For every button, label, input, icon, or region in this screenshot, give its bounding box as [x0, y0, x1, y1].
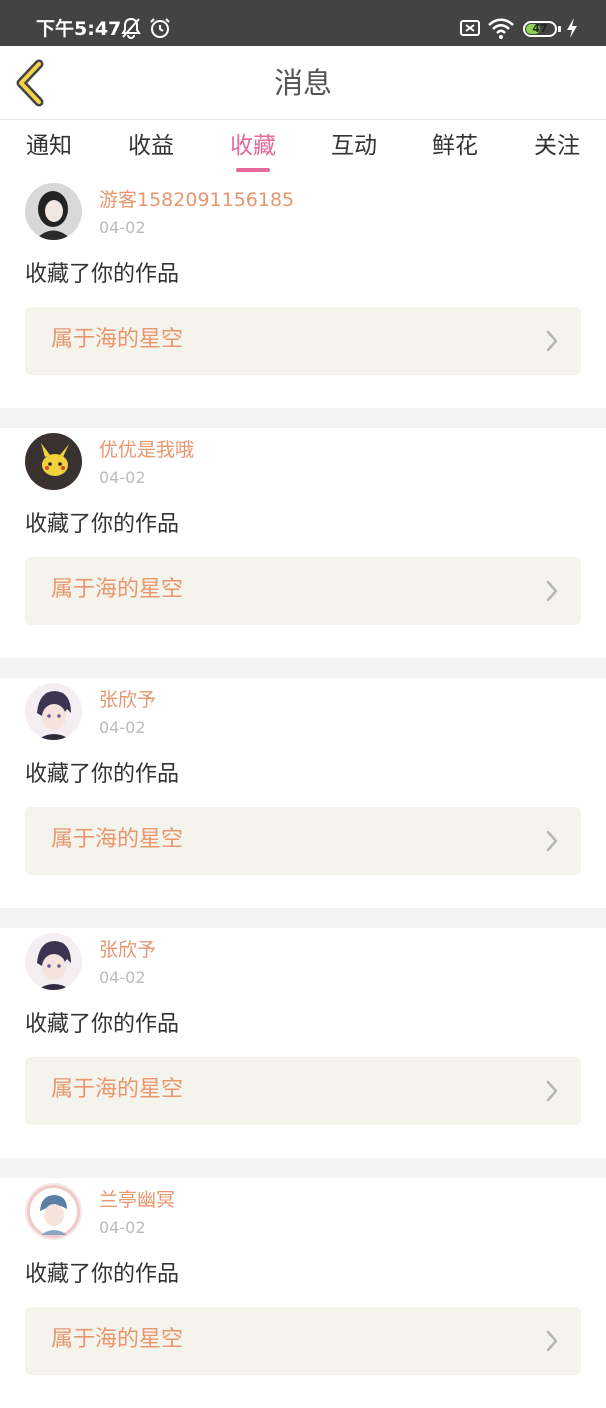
mute-bell-icon [121, 17, 141, 40]
divider [0, 658, 606, 678]
tab-favorites[interactable]: 收藏 [213, 130, 293, 162]
username[interactable]: 兰亭幽冥 [99, 1187, 175, 1213]
list-item: 张欣予 04-02 收藏了你的作品 属于海的星空 [0, 678, 606, 908]
work-link[interactable]: 属于海的星空 [25, 1057, 581, 1125]
date: 04-02 [99, 468, 146, 487]
work-link[interactable]: 属于海的星空 [25, 307, 581, 375]
work-title: 属于海的星空 [51, 577, 184, 602]
tab-interactions[interactable]: 互动 [314, 130, 394, 162]
divider [0, 908, 606, 928]
work-link[interactable]: 属于海的星空 [25, 557, 581, 625]
battery-cap [558, 26, 561, 32]
divider [0, 1158, 606, 1178]
list-item: 兰亭幽冥 04-02 收藏了你的作品 属于海的星空 [0, 1178, 606, 1408]
list-item: 游客1582091156185 04-02 收藏了你的作品 属于海的星空 [0, 178, 606, 408]
chevron-right-icon [546, 580, 558, 602]
action-text: 收藏了你的作品 [25, 1012, 180, 1037]
tab-flowers[interactable]: 鲜花 [415, 130, 495, 162]
action-text: 收藏了你的作品 [25, 762, 180, 787]
avatar[interactable] [25, 683, 82, 740]
divider [0, 408, 606, 428]
battery-label: 47 [532, 22, 548, 35]
work-title: 属于海的星空 [51, 327, 184, 352]
work-title: 属于海的星空 [51, 1327, 184, 1352]
avatar[interactable] [25, 433, 82, 490]
favorites-feed: 游客1582091156185 04-02 收藏了你的作品 属于海的星空 优优是… [0, 178, 606, 1408]
avatar[interactable] [25, 183, 82, 240]
charging-icon [567, 18, 577, 38]
battery-icon: 47 [523, 21, 557, 37]
list-item: 张欣予 04-02 收藏了你的作品 属于海的星空 [0, 928, 606, 1158]
tab-following[interactable]: 关注 [517, 130, 597, 162]
work-link[interactable]: 属于海的星空 [25, 807, 581, 875]
active-tab-indicator [236, 168, 270, 172]
username[interactable]: 张欣予 [99, 937, 156, 963]
status-time: 下午5:47 [36, 18, 122, 40]
tab-notifications[interactable]: 通知 [9, 130, 89, 162]
date: 04-02 [99, 1218, 146, 1237]
tab-bar: 通知 收益 收藏 互动 鲜花 关注 [0, 120, 606, 178]
list-item: 优优是我哦 04-02 收藏了你的作品 属于海的星空 [0, 428, 606, 658]
avatar[interactable] [25, 933, 82, 990]
date: 04-02 [99, 218, 146, 237]
header: 消息 [0, 46, 606, 120]
wifi-icon [488, 18, 514, 39]
alarm-icon [150, 18, 170, 38]
work-title: 属于海的星空 [51, 1077, 184, 1102]
date: 04-02 [99, 718, 146, 737]
date: 04-02 [99, 968, 146, 987]
page-title: 消息 [273, 66, 332, 100]
avatar[interactable] [25, 1183, 82, 1240]
chevron-right-icon [546, 830, 558, 852]
action-text: 收藏了你的作品 [25, 1262, 180, 1287]
username[interactable]: 游客1582091156185 [99, 187, 294, 213]
action-text: 收藏了你的作品 [25, 262, 180, 287]
action-text: 收藏了你的作品 [25, 512, 180, 537]
tab-earnings[interactable]: 收益 [111, 130, 191, 162]
chevron-right-icon [546, 330, 558, 352]
username[interactable]: 张欣予 [99, 687, 156, 713]
sim-error-icon [460, 20, 480, 36]
status-bar: 下午5:47 47 [0, 0, 606, 46]
work-link[interactable]: 属于海的星空 [25, 1307, 581, 1375]
chevron-right-icon [546, 1330, 558, 1352]
username[interactable]: 优优是我哦 [99, 437, 194, 463]
work-title: 属于海的星空 [51, 827, 184, 852]
chevron-right-icon [546, 1080, 558, 1102]
